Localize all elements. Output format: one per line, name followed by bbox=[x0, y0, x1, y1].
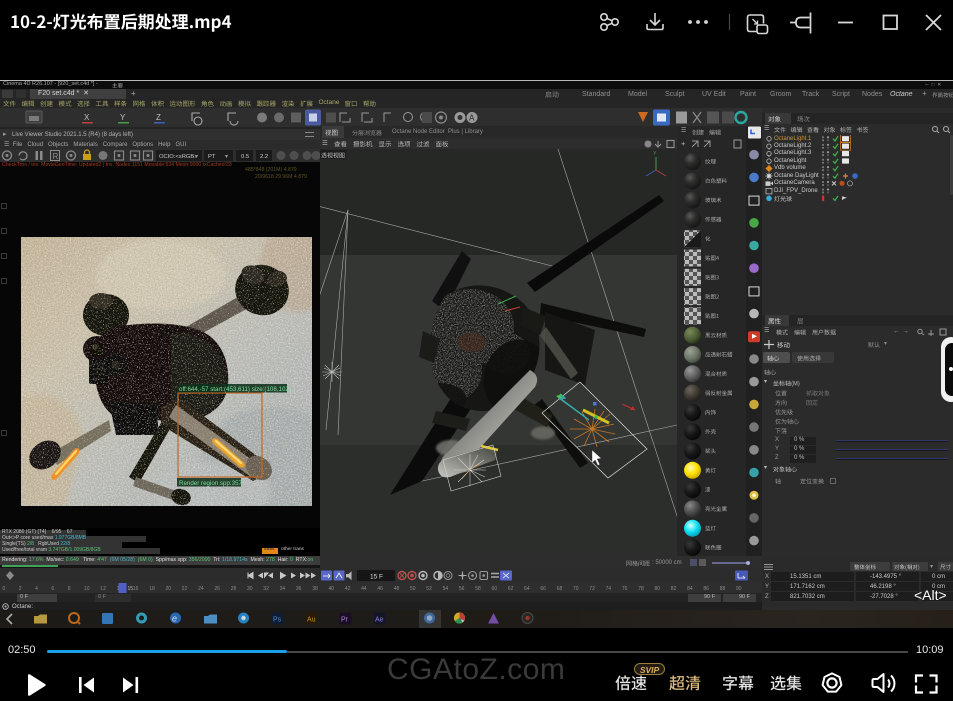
svg-text:Au: Au bbox=[307, 617, 316, 624]
svg-text:16: 16 bbox=[133, 586, 139, 592]
svg-text:32: 32 bbox=[263, 586, 269, 592]
svg-text:2: 2 bbox=[19, 586, 22, 592]
svg-text:26: 26 bbox=[214, 586, 220, 592]
svg-text:A: A bbox=[469, 114, 475, 123]
svg-text:56: 56 bbox=[459, 586, 465, 592]
svg-text:62: 62 bbox=[508, 586, 514, 592]
svg-text:8: 8 bbox=[68, 586, 71, 592]
svg-text:▾: ▾ bbox=[195, 154, 198, 160]
svg-text:60: 60 bbox=[492, 586, 498, 592]
svg-text:82: 82 bbox=[671, 586, 677, 592]
svg-text:Render region spp:357: Render region spp:357 bbox=[179, 480, 243, 487]
svg-text:Z: Z bbox=[156, 113, 161, 122]
svg-text:Ps: Ps bbox=[273, 617, 282, 624]
svg-text:24: 24 bbox=[198, 586, 204, 592]
svg-text:0: 0 bbox=[3, 586, 6, 592]
svg-text:28: 28 bbox=[231, 586, 237, 592]
svg-text:15: 15 bbox=[128, 586, 134, 592]
svg-text:18: 18 bbox=[149, 586, 155, 592]
svg-text:20: 20 bbox=[166, 586, 172, 592]
svg-text:6: 6 bbox=[51, 586, 54, 592]
svg-text:R: R bbox=[53, 152, 59, 161]
svg-text:64: 64 bbox=[524, 586, 530, 592]
svg-text:30: 30 bbox=[247, 586, 253, 592]
svg-text:10: 10 bbox=[84, 586, 90, 592]
svg-text:70: 70 bbox=[573, 586, 579, 592]
svg-text:22: 22 bbox=[182, 586, 188, 592]
svg-text:4: 4 bbox=[35, 586, 38, 592]
svg-text:PT: PT bbox=[208, 154, 216, 160]
svg-text:40: 40 bbox=[329, 586, 335, 592]
svg-text:e: e bbox=[172, 614, 177, 624]
svg-text:66: 66 bbox=[540, 586, 546, 592]
svg-text:34: 34 bbox=[280, 586, 286, 592]
svg-text:off:644,-57 start:(453,611) si: off:644,-57 start:(453,611) size:(108,10… bbox=[179, 386, 291, 393]
svg-text:X: X bbox=[84, 113, 90, 122]
svg-text:Ae: Ae bbox=[375, 617, 384, 624]
svg-text:▾: ▾ bbox=[225, 154, 228, 160]
svg-text:90: 90 bbox=[736, 586, 742, 592]
svg-text:78: 78 bbox=[638, 586, 644, 592]
svg-text:68: 68 bbox=[557, 586, 563, 592]
svg-text:46: 46 bbox=[377, 586, 383, 592]
svg-text:36: 36 bbox=[296, 586, 302, 592]
svg-text:48: 48 bbox=[394, 586, 400, 592]
svg-text:86: 86 bbox=[703, 586, 709, 592]
svg-text:52: 52 bbox=[426, 586, 432, 592]
svg-text:0.5: 0.5 bbox=[241, 154, 249, 160]
svg-text:76: 76 bbox=[622, 586, 628, 592]
svg-text:OCIO:<sRGB>: OCIO:<sRGB> bbox=[159, 154, 198, 160]
svg-text:50: 50 bbox=[410, 586, 416, 592]
svg-text:44: 44 bbox=[361, 586, 367, 592]
svg-text:2.2: 2.2 bbox=[260, 154, 268, 160]
svg-text:15 F: 15 F bbox=[370, 574, 383, 581]
svg-text:Y: Y bbox=[120, 113, 126, 122]
svg-text:84: 84 bbox=[687, 586, 693, 592]
svg-text:42: 42 bbox=[345, 586, 351, 592]
svg-text:72: 72 bbox=[589, 586, 595, 592]
svg-text:80: 80 bbox=[655, 586, 661, 592]
svg-text:Pr: Pr bbox=[341, 617, 349, 624]
svg-text:58: 58 bbox=[475, 586, 481, 592]
svg-text:54: 54 bbox=[443, 586, 449, 592]
svg-text:12: 12 bbox=[100, 586, 106, 592]
svg-text:38: 38 bbox=[312, 586, 318, 592]
svg-text:74: 74 bbox=[606, 586, 612, 592]
svg-text:88: 88 bbox=[720, 586, 726, 592]
